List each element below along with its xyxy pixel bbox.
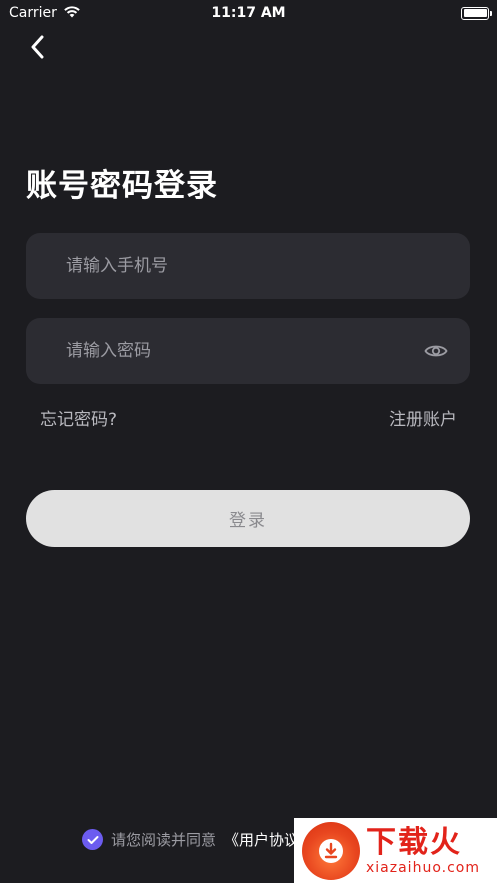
logo-icon: [302, 821, 360, 880]
status-bar: Carrier 11:17 AM: [0, 0, 497, 26]
wifi-icon: [63, 5, 81, 22]
agreement-row: 请您阅读并同意 《用户协议》: [82, 829, 314, 850]
phone-input[interactable]: [66, 256, 450, 276]
battery-fill: [463, 9, 487, 17]
eye-icon: [424, 345, 448, 357]
back-button[interactable]: [22, 32, 52, 62]
status-left: Carrier: [9, 5, 81, 22]
phone-field[interactable]: [26, 233, 470, 299]
agreement-text: 请您阅读并同意: [111, 831, 217, 849]
password-input[interactable]: [66, 341, 422, 361]
login-button[interactable]: 登录: [26, 490, 470, 547]
back-chevron-icon: [31, 35, 44, 59]
forgot-password-link[interactable]: 忘记密码?: [40, 405, 117, 430]
watermark: 下载火 xiazaihuo.com: [294, 818, 497, 883]
page-title: 账号密码登录: [26, 168, 218, 204]
link-row: 忘记密码? 注册账户: [40, 405, 457, 430]
carrier-label: Carrier: [9, 5, 57, 21]
toggle-password-visibility-button[interactable]: [422, 337, 450, 365]
check-icon[interactable]: [82, 829, 103, 850]
register-link[interactable]: 注册账户: [389, 405, 457, 430]
password-field[interactable]: [26, 318, 470, 384]
watermark-text: 下载火 xiazaihuo.com: [366, 824, 480, 876]
watermark-title: 下载火: [366, 824, 462, 860]
battery-icon: [461, 6, 492, 20]
watermark-subtitle: xiazaihuo.com: [366, 859, 480, 876]
